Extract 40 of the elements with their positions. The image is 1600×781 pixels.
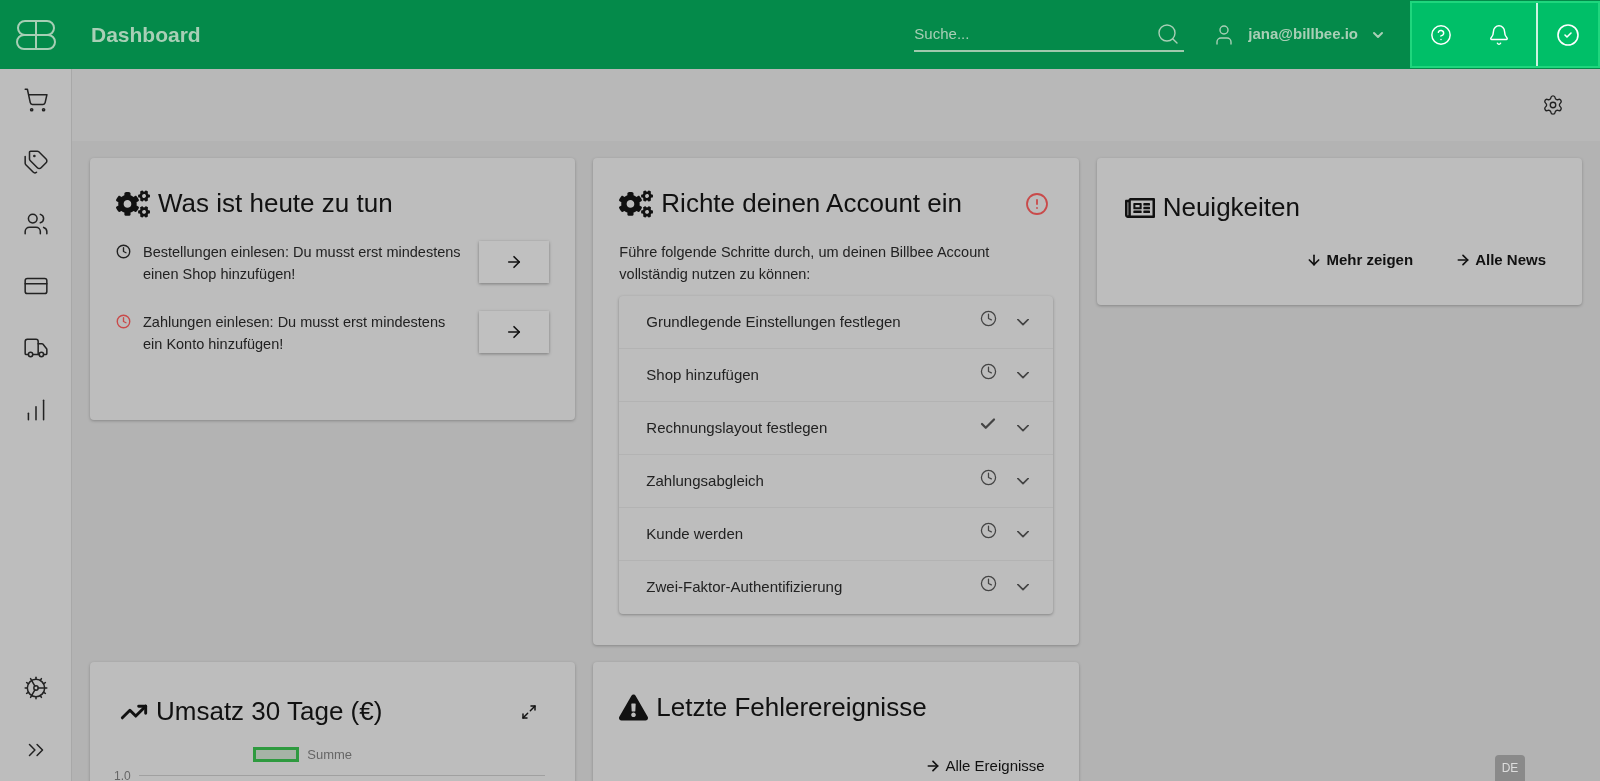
axis-tick-label: 1.0 — [114, 767, 131, 781]
page-title: Dashboard — [91, 21, 201, 48]
card-title: Neuigkeiten — [1162, 191, 1300, 224]
card-title: Letzte Fehlerereignisse — [656, 691, 927, 724]
news-link[interactable]: Mehr zeigen — [1306, 249, 1414, 272]
search-field[interactable]: Suche... — [914, 17, 1157, 50]
settings-icon — [22, 675, 49, 701]
card-title: Richte deinen Account ein — [661, 187, 963, 220]
step-label: Kunde werden — [646, 523, 745, 544]
task-text: Zahlungen einlesen: Du musst erst mindestens ein Konto hinzufügen! — [143, 313, 447, 354]
help-icon — [1430, 23, 1452, 46]
logo-icon — [16, 18, 56, 51]
news-link[interactable]: Alle News — [1455, 249, 1546, 272]
step-row[interactable]: Grundlegende Einstellungen festlegen — [619, 296, 1053, 349]
intro-text: Führe folgende Schritte durch, um deinen Billbee Account vollständig nutzen zu können: — [619, 243, 991, 284]
users-icon — [22, 211, 49, 237]
alert-icon — [1024, 191, 1049, 216]
legend-swatch — [253, 747, 300, 763]
step-label: Zwei-Faktor-Authentifizierung — [646, 577, 844, 598]
settings-button[interactable] — [1542, 94, 1564, 116]
step-row[interactable]: Zahlungsabgleich — [619, 455, 1053, 508]
step-row[interactable]: Kunde werden — [619, 508, 1053, 561]
bell-icon — [1488, 23, 1510, 46]
tags-icon — [22, 149, 49, 175]
expand-icon[interactable] — [521, 703, 538, 720]
step-row[interactable]: Rechnungslayout festlegen — [619, 402, 1053, 455]
step-label: Zahlungsabgleich — [646, 470, 765, 491]
step-label: Shop hinzufügen — [646, 364, 760, 385]
legend-label: Summe — [307, 746, 353, 764]
step-row[interactable]: Shop hinzufügen — [619, 349, 1053, 402]
step-label: Rechnungslayout festlegen — [646, 417, 829, 438]
card-title: Umsatz 30 Tage (€) — [156, 695, 384, 728]
cart-icon — [22, 87, 49, 113]
warning-icon — [619, 693, 649, 722]
task-text: Bestellungen einlesen: Du musst erst mindestens einen Shop hinzufügen! — [143, 243, 462, 284]
card-title: Was ist heute zu tun — [158, 187, 393, 220]
all-events-link[interactable]: Alle Ereignisse — [925, 755, 1045, 778]
step-label: Grundlegende Einstellungen festlegen — [646, 311, 902, 332]
step-row[interactable]: Zwei-Faktor-Authentifizierung — [619, 561, 1053, 614]
check-circle-icon — [1556, 22, 1580, 47]
